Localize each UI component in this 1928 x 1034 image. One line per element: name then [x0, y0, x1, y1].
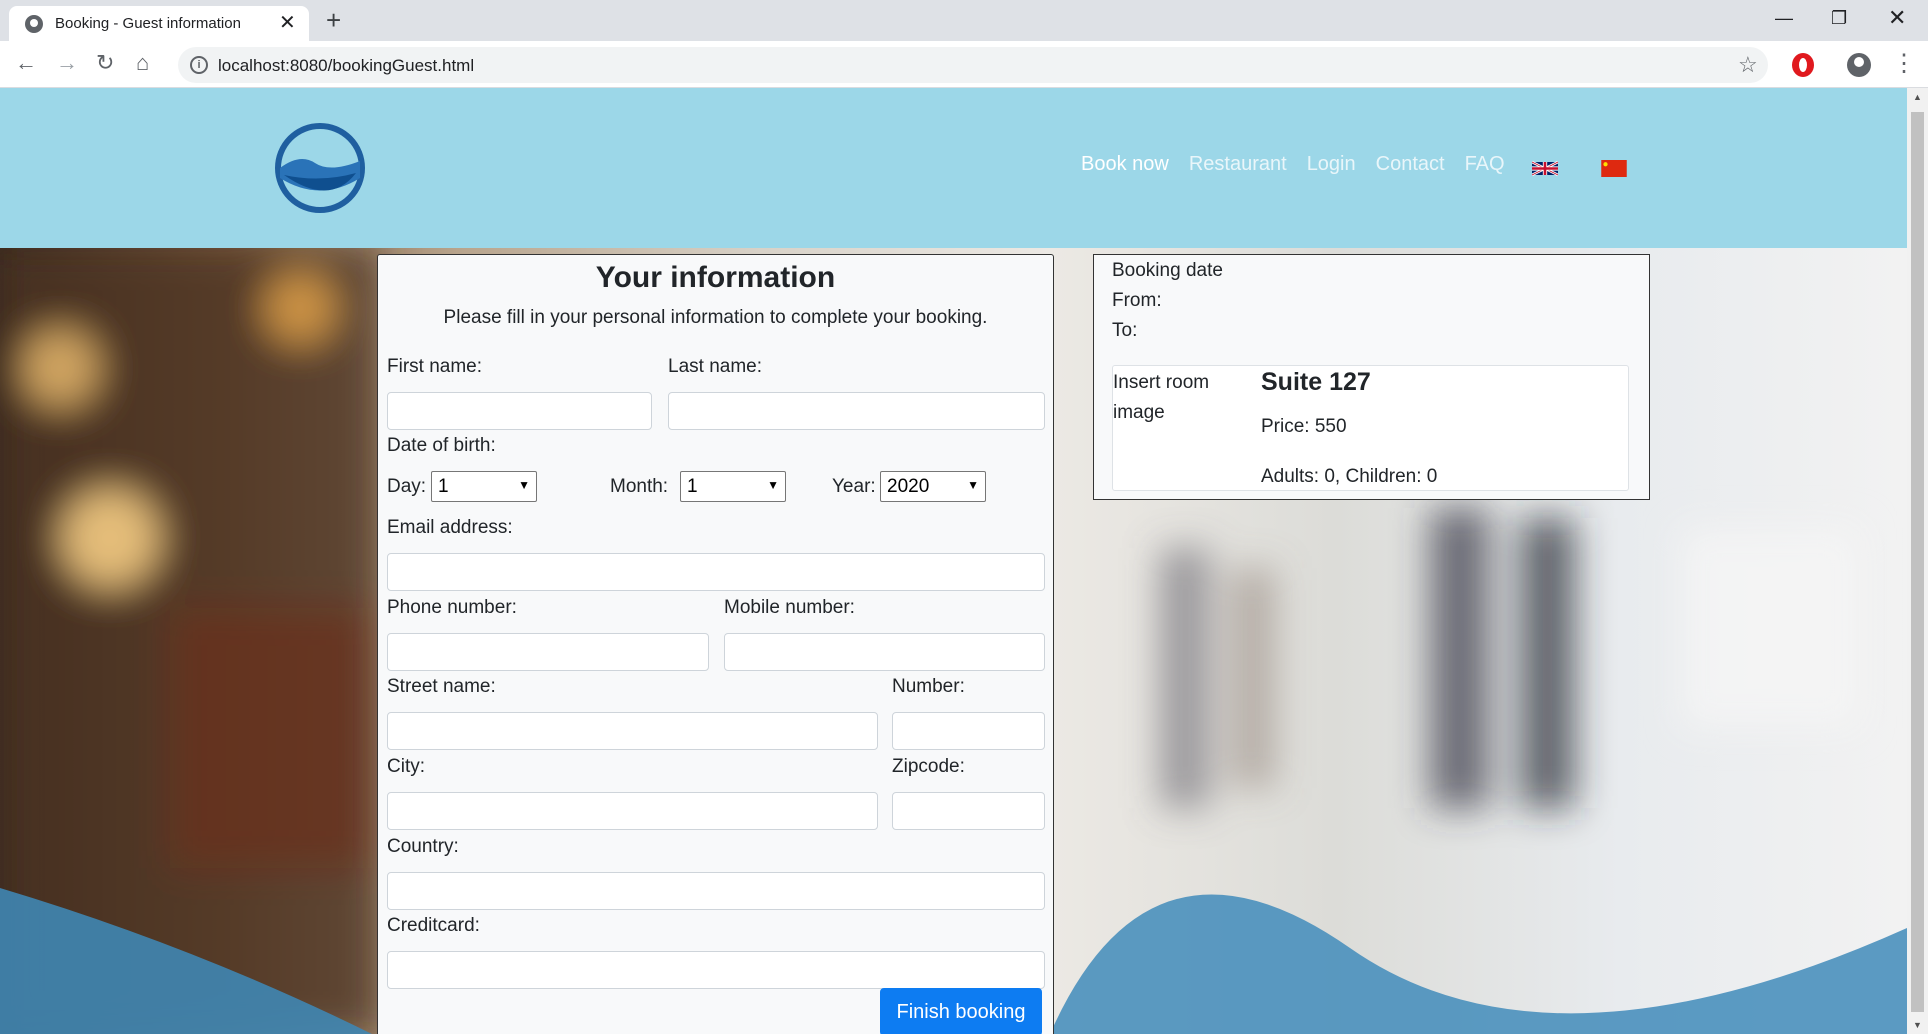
- site-info-icon[interactable]: i: [190, 56, 208, 74]
- home-icon[interactable]: ⌂: [136, 50, 149, 76]
- room-image: Insert room image: [1113, 372, 1210, 423]
- zipcode-input[interactable]: [892, 792, 1045, 830]
- reload-icon[interactable]: ↻: [96, 50, 114, 76]
- globe-icon: [25, 15, 43, 33]
- scroll-up-icon[interactable]: ▲: [1913, 92, 1922, 102]
- back-icon[interactable]: ←: [15, 50, 37, 76]
- url-text: localhost:8080/bookingGuest.html: [218, 56, 475, 75]
- chevron-down-icon: ▼: [518, 478, 530, 492]
- creditcard-input[interactable]: [387, 951, 1045, 989]
- browser-toolbar: ← → ↻ ⌂ i localhost:8080/bookingGuest.ht…: [0, 41, 1928, 88]
- year-select[interactable]: 2020 ▼: [880, 471, 986, 502]
- page-viewport: Book now Restaurant Login Contact FAQ Yo…: [0, 88, 1907, 1034]
- month-label: Month:: [610, 476, 669, 497]
- year-select-value: 2020: [887, 476, 930, 497]
- street-input[interactable]: [387, 712, 878, 750]
- booking-summary: Booking date From: To: Insert room image…: [1093, 254, 1650, 500]
- house-number-input[interactable]: [892, 712, 1045, 750]
- street-label: Street name:: [387, 676, 496, 697]
- form-subtitle: Please fill in your personal information…: [443, 307, 988, 328]
- last-name-input[interactable]: [668, 392, 1045, 430]
- scroll-down-icon[interactable]: ▼: [1913, 1020, 1922, 1030]
- creditcard-label: Creditcard:: [387, 915, 480, 936]
- china-flag-icon[interactable]: [1601, 160, 1627, 177]
- form-title: Your information: [595, 261, 836, 294]
- address-bar[interactable]: i localhost:8080/bookingGuest.html ☆: [178, 47, 1768, 83]
- dob-label: Date of birth:: [387, 435, 496, 456]
- hotel-logo[interactable]: [270, 123, 370, 213]
- last-name-label: Last name:: [668, 356, 762, 377]
- country-label: Country:: [387, 836, 459, 857]
- vertical-scrollbar[interactable]: ▲ ▼: [1907, 88, 1928, 1034]
- nav-faq[interactable]: FAQ: [1465, 153, 1505, 176]
- city-input[interactable]: [387, 792, 878, 830]
- day-select-value: 1: [438, 476, 449, 497]
- room-name: Suite 127: [1261, 368, 1371, 396]
- booking-date-heading: Booking date: [1112, 260, 1223, 281]
- day-select[interactable]: 1 ▼: [431, 471, 537, 502]
- close-tab-icon[interactable]: ✕: [279, 11, 296, 35]
- scrollbar-thumb[interactable]: [1911, 112, 1924, 1012]
- room-price: Price: 550: [1261, 416, 1347, 437]
- room-card: Insert room image Suite 127 Price: 550 A…: [1112, 365, 1629, 491]
- guest-info-form: Your information Please fill in your per…: [377, 254, 1054, 1034]
- mobile-label: Mobile number:: [724, 597, 855, 618]
- nav-restaurant[interactable]: Restaurant: [1189, 153, 1287, 176]
- finish-booking-button[interactable]: Finish booking: [880, 988, 1042, 1034]
- city-label: City:: [387, 756, 425, 777]
- country-input[interactable]: [387, 872, 1045, 910]
- browser-tab[interactable]: Booking - Guest information ✕: [9, 6, 309, 41]
- new-tab-icon[interactable]: +: [326, 6, 341, 34]
- mobile-input[interactable]: [724, 633, 1045, 671]
- nav-login[interactable]: Login: [1307, 153, 1356, 176]
- month-select[interactable]: 1 ▼: [680, 471, 786, 502]
- chevron-down-icon: ▼: [967, 478, 979, 492]
- phone-input[interactable]: [387, 633, 709, 671]
- uk-flag-icon[interactable]: [1532, 160, 1558, 177]
- zipcode-label: Zipcode:: [892, 756, 965, 777]
- first-name-label: First name:: [387, 356, 483, 377]
- browser-tabbar: Booking - Guest information ✕ + — ❐ ✕: [0, 0, 1928, 41]
- chevron-down-icon: ▼: [767, 478, 779, 492]
- tab-title: Booking - Guest information: [55, 15, 241, 32]
- bookmark-star-icon[interactable]: ☆: [1738, 52, 1758, 78]
- email-input[interactable]: [387, 553, 1045, 591]
- opera-extension-icon[interactable]: [1792, 53, 1814, 77]
- year-label: Year:: [832, 476, 876, 497]
- account-icon[interactable]: [1847, 53, 1871, 77]
- forward-icon[interactable]: →: [56, 50, 78, 76]
- main-nav: Book now Restaurant Login Contact FAQ: [1081, 153, 1525, 176]
- month-select-value: 1: [687, 476, 698, 497]
- phone-label: Phone number:: [387, 597, 517, 618]
- nav-book-now[interactable]: Book now: [1081, 153, 1169, 176]
- house-number-label: Number:: [892, 676, 965, 697]
- day-label: Day:: [387, 476, 427, 497]
- minimize-icon[interactable]: —: [1775, 6, 1793, 30]
- site-header: Book now Restaurant Login Contact FAQ: [0, 88, 1907, 248]
- restore-icon[interactable]: ❐: [1831, 6, 1847, 30]
- room-occupancy: Adults: 0, Children: 0: [1261, 466, 1438, 487]
- window-close-icon[interactable]: ✕: [1888, 6, 1906, 30]
- browser-menu-icon[interactable]: ⋮: [1892, 49, 1916, 78]
- nav-contact[interactable]: Contact: [1376, 153, 1445, 176]
- email-label: Email address:: [387, 517, 513, 538]
- from-label: From:: [1112, 290, 1162, 311]
- first-name-input[interactable]: [387, 392, 652, 430]
- to-label: To:: [1112, 320, 1138, 341]
